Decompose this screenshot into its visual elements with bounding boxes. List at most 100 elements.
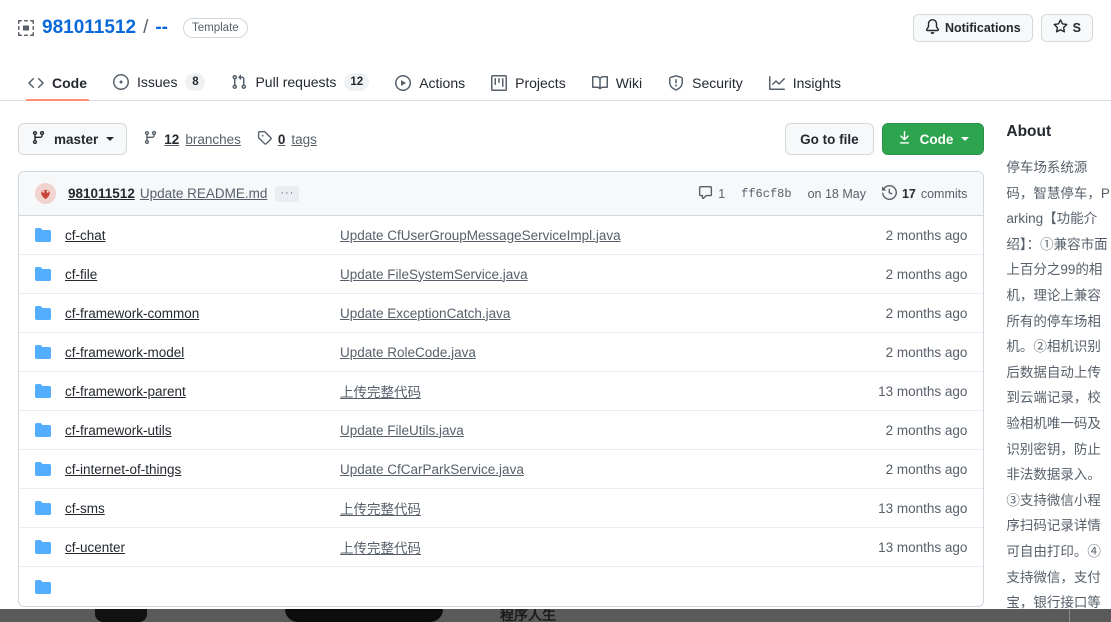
branch-name: master: [54, 131, 99, 147]
repo-title: 981011512 / -- Template: [18, 17, 248, 39]
file-commit-message[interactable]: Update ExceptionCatch.java: [340, 306, 859, 321]
github-repo-page: 981011512 / -- Template Notifications S …: [0, 0, 1111, 622]
branches-link[interactable]: 12 branches: [143, 130, 241, 148]
overlay-divider: [1069, 609, 1070, 622]
folder-icon: [35, 227, 51, 243]
folder-icon: [35, 539, 51, 555]
avatar[interactable]: [35, 183, 56, 204]
commit-date: on 18 May: [807, 186, 866, 201]
file-age: 13 months ago: [878, 539, 968, 555]
commit-author-link[interactable]: 981011512: [68, 186, 135, 201]
tab-pull-requests-label: Pull requests: [255, 74, 337, 90]
file-commit-message[interactable]: Update RoleCode.java: [340, 345, 859, 360]
tab-pull-requests-count: 12: [344, 73, 370, 91]
file-age: 13 months ago: [878, 500, 968, 516]
folder-icon: [35, 383, 51, 399]
table-row[interactable]: cf-sms 上传完整代码 13 months ago: [19, 489, 984, 528]
tab-issues[interactable]: Issues 8: [103, 73, 215, 100]
graph-icon: [768, 75, 785, 91]
folder-icon: [35, 461, 51, 477]
bottom-overlay-bar: 程序人生: [0, 609, 1111, 622]
table-row[interactable]: cf-internet-of-things Update CfCarParkSe…: [19, 450, 984, 489]
go-to-file-button[interactable]: Go to file: [785, 123, 874, 155]
repo-header: 981011512 / -- Template Notifications S: [0, 0, 1111, 56]
tab-pull-requests[interactable]: Pull requests 12: [221, 73, 379, 100]
tab-security[interactable]: Security: [658, 75, 753, 100]
branch-bar: master 12 branches 0 tags Go to file Cod…: [18, 123, 985, 155]
repo-owner-link[interactable]: 981011512: [42, 17, 136, 39]
tab-actions[interactable]: Actions: [385, 75, 475, 100]
commit-expand-button[interactable]: ···: [275, 185, 300, 202]
commits-word: commits: [920, 186, 968, 201]
file-name-link[interactable]: cf-file: [65, 267, 340, 282]
commit-comments[interactable]: 1: [698, 185, 725, 203]
file-column: master 12 branches 0 tags Go to file Cod…: [0, 123, 985, 622]
code-icon: [28, 75, 44, 91]
star-button[interactable]: S: [1040, 14, 1093, 42]
project-icon: [491, 75, 508, 91]
download-icon: [897, 130, 912, 148]
file-age: 2 months ago: [885, 227, 968, 243]
file-age: 2 months ago: [885, 266, 968, 282]
tab-insights[interactable]: Insights: [759, 75, 851, 100]
file-name-link[interactable]: cf-internet-of-things: [65, 462, 340, 477]
file-name-link[interactable]: cf-ucenter: [65, 540, 340, 555]
chevron-down-icon: [106, 137, 115, 141]
about-heading: About: [1006, 123, 1052, 140]
overlay-text: 程序人生: [500, 609, 556, 622]
tab-wiki[interactable]: Wiki: [582, 75, 652, 100]
about-sidebar: About 停车场系统源码，智慧停车，Parking【功能介绍】：①兼容市面上百…: [1006, 123, 1111, 622]
table-row[interactable]: cf-framework-utils Update FileUtils.java…: [19, 411, 984, 450]
folder-icon: [35, 344, 51, 360]
tab-issues-label: Issues: [137, 74, 178, 90]
branch-selector[interactable]: master: [18, 123, 128, 155]
latest-commit-row: 981011512 Update README.md ··· 1 ff6cf8b…: [19, 172, 984, 216]
tab-code[interactable]: Code: [18, 75, 97, 101]
repo-separator: /: [143, 17, 149, 38]
tags-link[interactable]: 0 tags: [257, 130, 317, 148]
notifications-button[interactable]: Notifications: [912, 14, 1033, 42]
file-commit-message[interactable]: 上传完整代码: [340, 381, 859, 401]
table-row-partial[interactable]: [19, 567, 983, 606]
repo-name-link[interactable]: --: [155, 17, 168, 39]
tab-projects-label: Projects: [515, 75, 566, 91]
commits-history-link[interactable]: 17 commits: [881, 184, 968, 203]
file-name-link[interactable]: cf-framework-utils: [65, 423, 340, 438]
tab-code-label: Code: [52, 75, 87, 91]
table-row[interactable]: cf-ucenter 上传完整代码 13 months ago: [19, 528, 984, 567]
tab-security-label: Security: [692, 75, 743, 91]
template-badge: Template: [183, 18, 248, 38]
book-icon: [591, 75, 608, 91]
file-commit-message[interactable]: Update FileUtils.java: [340, 423, 859, 438]
issue-opened-icon: [113, 74, 129, 90]
branches-count: 12: [164, 131, 180, 147]
tab-projects[interactable]: Projects: [481, 75, 576, 100]
tags-count: 0: [277, 131, 286, 147]
table-row[interactable]: cf-framework-common Update ExceptionCatc…: [19, 294, 984, 333]
file-age: 2 months ago: [885, 422, 968, 438]
repo-nav: Code Issues 8 Pull requests 12 Actions P…: [0, 56, 1111, 101]
file-name-link[interactable]: cf-sms: [65, 501, 340, 516]
file-name-link[interactable]: cf-framework-common: [65, 306, 340, 321]
branches-label: branches: [185, 131, 241, 147]
file-commit-message[interactable]: 上传完整代码: [340, 537, 859, 557]
code-download-button[interactable]: Code: [881, 123, 985, 155]
file-commit-message[interactable]: 上传完整代码: [340, 498, 859, 518]
file-name-link[interactable]: cf-chat: [65, 228, 340, 243]
table-row[interactable]: cf-framework-parent 上传完整代码 13 months ago: [19, 372, 984, 411]
file-name-link[interactable]: cf-framework-parent: [65, 384, 340, 399]
file-commit-message[interactable]: Update FileSystemService.java: [340, 267, 859, 282]
file-commit-message[interactable]: Update CfCarParkService.java: [340, 462, 859, 477]
tags-label: tags: [291, 131, 317, 147]
git-pull-request-icon: [231, 74, 247, 90]
star-icon: [1053, 19, 1068, 37]
commit-message-link[interactable]: Update README.md: [140, 186, 268, 201]
folder-icon: [35, 305, 51, 321]
file-commit-message[interactable]: Update CfUserGroupMessageServiceImpl.jav…: [340, 228, 859, 243]
table-row[interactable]: cf-file Update FileSystemService.java 2 …: [19, 255, 984, 294]
table-row[interactable]: cf-framework-model Update RoleCode.java …: [19, 333, 984, 372]
commit-sha[interactable]: ff6cf8b: [741, 187, 791, 201]
comment-icon: [698, 185, 713, 203]
table-row[interactable]: cf-chat Update CfUserGroupMessageService…: [19, 216, 984, 255]
file-name-link[interactable]: cf-framework-model: [65, 345, 340, 360]
